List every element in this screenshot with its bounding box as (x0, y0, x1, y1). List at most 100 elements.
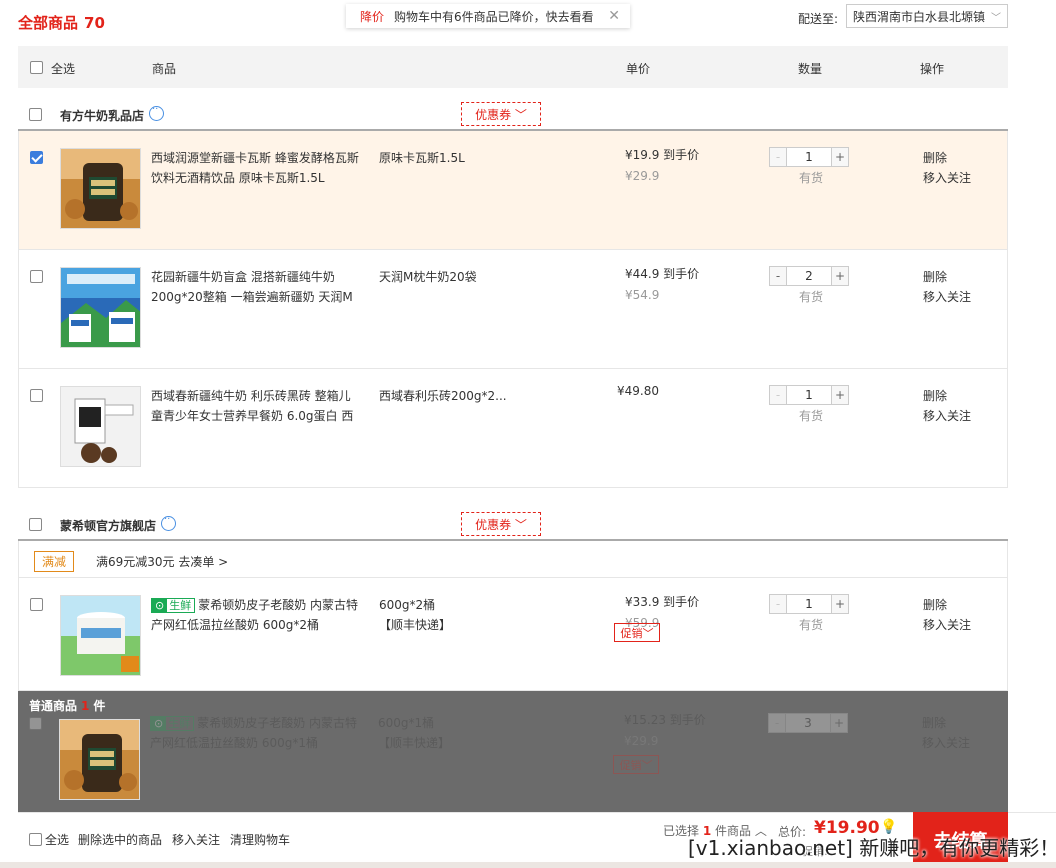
selected-items-popup: 普通商品 1 件 ⊙ 生鲜 蒙希顿奶皮子老酸奶 内蒙古特产网红低温拉丝酸奶 600g*1… (18, 691, 1008, 812)
item-actions: 删除 移入关注 (923, 267, 971, 307)
price-block: ¥15.23 到手价 ¥29.9 (624, 711, 706, 748)
chevron-down-icon: ﹀ (991, 12, 1001, 24)
coupon-button[interactable]: 优惠券 ﹀ (461, 102, 541, 126)
quantity-input[interactable]: 1 (787, 386, 831, 404)
shop-name[interactable]: 蒙希顿官方旗舰店 (60, 517, 156, 534)
page-title: 全部商品 70 (18, 12, 105, 33)
chevron-down-icon: ﹀ (514, 517, 527, 532)
title-label: 全部商品 (18, 14, 79, 32)
popup-count: 1 (81, 699, 90, 713)
popup-label: 普通商品 1 件 (29, 697, 105, 714)
cart-item: 西域润源堂新疆卡瓦斯 蜂蜜发酵格瓦斯饮料无酒精饮品 原味卡瓦斯1.5L 原味卡瓦… (18, 131, 1008, 250)
decrement-button: - (769, 714, 786, 732)
item-checkbox[interactable] (30, 270, 43, 283)
chevron-down-icon: ﹀ (642, 626, 654, 640)
chevron-down-icon: ﹀ (514, 107, 527, 122)
shop-header: 蒙希顿官方旗舰店 优惠券 ﹀ (18, 503, 1008, 543)
clear-cart-link[interactable]: 清理购物车 (230, 831, 290, 848)
delete-selected-link[interactable]: 删除选中的商品 (78, 831, 162, 848)
spec-size: 600g*1桶 (378, 716, 435, 730)
product-spec: 600g*1桶 【顺丰快递】 (378, 713, 450, 753)
shop-header: 有方牛奶乳品店 优惠券 ﹀ (18, 93, 1008, 133)
delete-link[interactable]: 删除 (923, 386, 971, 406)
footer-select-all-checkbox[interactable] (29, 833, 42, 846)
move-to-follow-link: 移入关注 (922, 736, 971, 750)
move-to-follow-link[interactable]: 移入关注 (923, 406, 971, 426)
shop-checkbox[interactable] (29, 518, 42, 531)
item-checkbox[interactable] (30, 389, 43, 402)
product-name[interactable]: 花园新疆牛奶盲盒 混搭新疆纯牛奶200g*20整箱 一箱尝遍新疆奶 天润M (151, 267, 361, 307)
select-all-label[interactable]: 全选 (51, 60, 75, 77)
original-price: ¥29.9 (625, 169, 660, 183)
close-icon[interactable]: ✕ (608, 8, 620, 24)
chat-icon[interactable] (161, 514, 176, 531)
col-quantity: 数量 (798, 62, 823, 76)
delete-link[interactable]: 删除 (923, 595, 971, 615)
item-checkbox[interactable] (30, 151, 43, 164)
ship-to-label: 配送至: (798, 12, 839, 26)
product-name[interactable]: 西域春新疆纯牛奶 利乐砖黑砖 整箱儿童青少年女士营养早餐奶 6.0g蛋白 西 (151, 386, 361, 426)
product-image[interactable] (60, 267, 141, 348)
shop-name[interactable]: 有方牛奶乳品店 (60, 107, 144, 124)
watermark: [v1.xianbao.net] 新赚吧，有你更精彩！ (688, 836, 1056, 860)
fresh-label: 生鲜 (169, 599, 192, 612)
decrement-button[interactable]: - (770, 595, 787, 613)
final-price: ¥15.23 到手价 (624, 713, 706, 727)
move-to-follow-link[interactable]: 移入关注 (923, 615, 971, 635)
price-drop-message[interactable]: 购物车中有6件商品已降价，快去看看 (394, 8, 608, 25)
shop-checkbox[interactable] (29, 108, 42, 121)
move-to-follow-link[interactable]: 移入关注 (923, 168, 971, 188)
quantity-stepper: - 1 + (769, 594, 849, 614)
select-all-checkbox[interactable] (30, 61, 43, 74)
increment-button[interactable]: + (831, 267, 848, 285)
delete-link: 删除 (922, 716, 947, 730)
product-image[interactable] (60, 386, 141, 467)
price-block: ¥49.80 (617, 384, 659, 398)
col-action: 操作 (920, 62, 945, 76)
stock-status: 有货 (799, 618, 824, 632)
fresh-icon: ⊙ (151, 717, 167, 730)
spec-shipping: 【顺丰快递】 (378, 736, 451, 750)
delete-link[interactable]: 删除 (923, 148, 971, 168)
final-price: ¥33.9 到手价 (625, 595, 700, 609)
decrement-button[interactable]: - (770, 148, 787, 166)
quantity-input[interactable]: 1 (787, 595, 831, 613)
increment-button[interactable]: + (831, 595, 848, 613)
decrement-button[interactable]: - (770, 386, 787, 404)
fresh-badge: ⊙ 生鲜 (150, 716, 195, 731)
product-image[interactable] (60, 148, 141, 229)
cart-item: 花园新疆牛奶盲盒 混搭新疆纯牛奶200g*20整箱 一箱尝遍新疆奶 天润M 天润… (18, 250, 1008, 369)
footer-select-all-label[interactable]: 全选 (45, 831, 69, 848)
quantity-input[interactable]: 2 (787, 267, 831, 285)
product-image[interactable] (60, 595, 141, 676)
price-drop-notice[interactable]: 降价 购物车中有6件商品已降价，快去看看 ✕ (346, 4, 630, 28)
final-price: ¥19.9 到手价 (625, 148, 700, 162)
decrement-button[interactable]: - (770, 267, 787, 285)
popup-unit: 件 (93, 699, 106, 713)
increment-button[interactable]: + (831, 148, 848, 166)
promo-dropdown[interactable]: 促销 ﹀ (614, 623, 660, 642)
coupon-button[interactable]: 优惠券 ﹀ (461, 512, 541, 536)
original-price: ¥54.9 (625, 288, 660, 302)
stock-status: 有货 (799, 409, 824, 423)
quantity-input[interactable]: 1 (787, 148, 831, 166)
item-checkbox[interactable] (30, 598, 43, 611)
move-to-follow-link[interactable]: 移入关注 (923, 287, 971, 307)
price-block: ¥19.9 到手价 ¥29.9 (625, 146, 699, 183)
full-reduction-link[interactable]: 满69元减30元 去凑单 > (96, 553, 228, 570)
product-name[interactable]: ⊙ 生鲜 蒙希顿奶皮子老酸奶 内蒙古特产网红低温拉丝酸奶 600g*2桶 (151, 595, 361, 635)
full-reduction-bar: 满减 满69元减30元 去凑单 > (18, 541, 1008, 578)
product-name: ⊙ 生鲜 蒙希顿奶皮子老酸奶 内蒙古特产网红低温拉丝酸奶 600g*1桶 (150, 713, 360, 753)
cart-item: 西域春新疆纯牛奶 利乐砖黑砖 整箱儿童青少年女士营养早餐奶 6.0g蛋白 西 西… (18, 369, 1008, 488)
product-name[interactable]: 西域润源堂新疆卡瓦斯 蜂蜜发酵格瓦斯饮料无酒精饮品 原味卡瓦斯1.5L (151, 148, 361, 188)
delete-link[interactable]: 删除 (923, 267, 971, 287)
quantity-stepper: - 3 + (768, 713, 848, 733)
move-to-follow-link[interactable]: 移入关注 (172, 831, 220, 848)
item-actions: 删除 移入关注 (923, 148, 971, 188)
bottom-strip (0, 862, 1056, 868)
coupon-label: 优惠券 (475, 517, 512, 532)
increment-button[interactable]: + (831, 386, 848, 404)
chat-icon[interactable] (149, 104, 164, 121)
product-image[interactable] (59, 719, 140, 800)
ship-address-select[interactable]: 陕西渭南市白水县北塬镇 ﹀ (846, 4, 1008, 28)
